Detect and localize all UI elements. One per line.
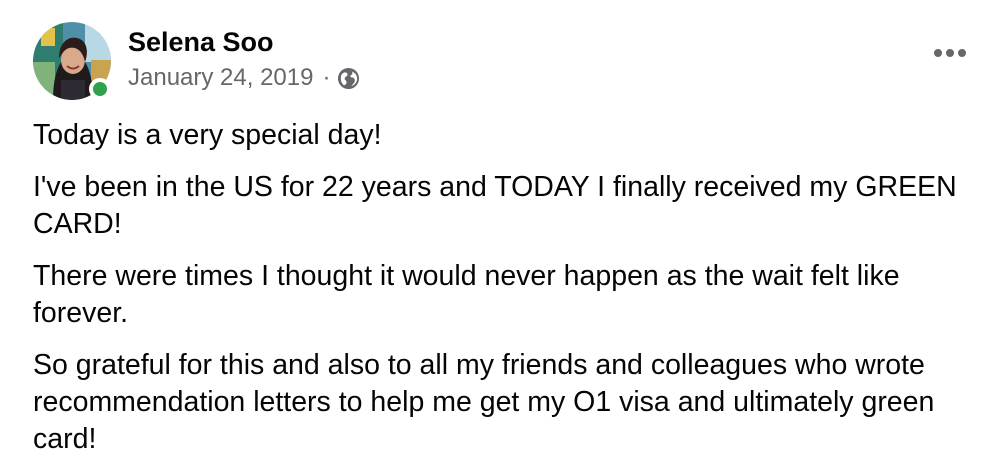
author-avatar[interactable] xyxy=(33,22,111,100)
post-date[interactable]: January 24, 2019 xyxy=(128,63,313,93)
post-body: Today is a very special day! I've been i… xyxy=(33,117,963,473)
more-options-button[interactable] xyxy=(928,38,972,68)
post-paragraph: There were times I thought it would neve… xyxy=(33,260,900,329)
meta-separator: · xyxy=(322,64,331,91)
post-paragraph: I've been in the US for 22 years and TOD… xyxy=(33,171,957,240)
author-name[interactable]: Selena Soo xyxy=(128,25,274,59)
post-paragraph: So grateful for this and also to all my … xyxy=(33,349,935,455)
post-header-text: Selena Soo January 24, 2019 · xyxy=(128,25,360,93)
post-header: Selena Soo January 24, 2019 · xyxy=(33,22,972,104)
post-meta: January 24, 2019 · xyxy=(128,63,360,93)
more-horizontal-icon xyxy=(934,49,966,57)
online-status-dot xyxy=(89,78,111,100)
post-paragraph: Today is a very special day! xyxy=(33,119,382,151)
globe-icon[interactable] xyxy=(337,67,360,90)
post-card: Selena Soo January 24, 2019 · Today is a… xyxy=(0,0,1002,474)
